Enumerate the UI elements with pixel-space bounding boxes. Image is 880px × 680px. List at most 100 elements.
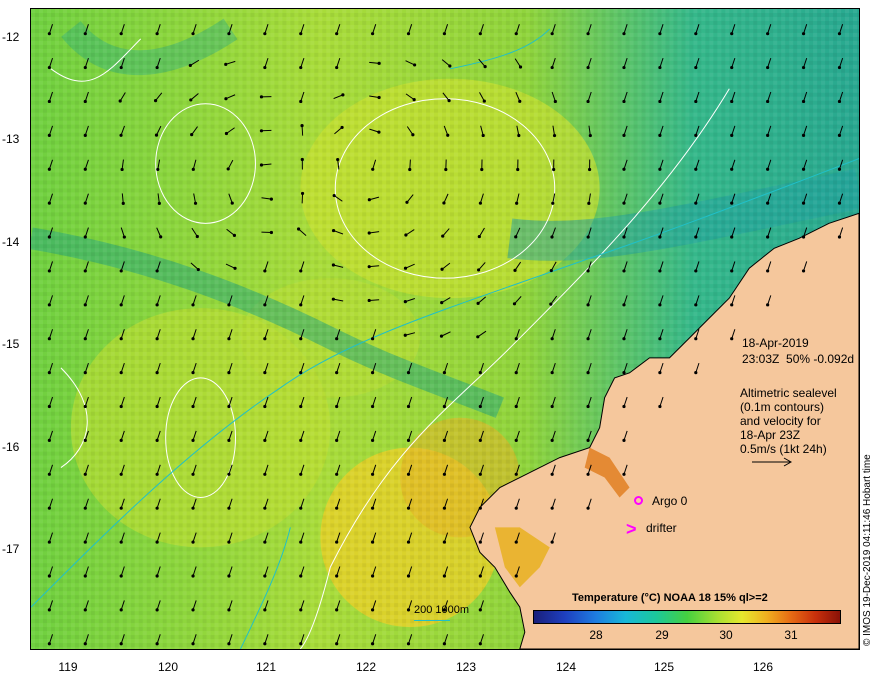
velocity-vector-head: [552, 133, 557, 138]
velocity-vector-head: [586, 65, 590, 70]
velocity-vector-head: [622, 337, 626, 341]
velocity-vector-head: [694, 337, 698, 341]
velocity-vector-head: [370, 337, 375, 341]
velocity-vector-head: [263, 269, 267, 273]
velocity-vector-head: [406, 438, 411, 442]
velocity-vector-head: [227, 574, 231, 578]
velocity-vector-head: [47, 438, 51, 442]
velocity-vector-head: [586, 303, 590, 307]
velocity-vector-head: [332, 193, 336, 198]
velocity-vector-head: [476, 268, 481, 272]
velocity-vector-head: [478, 506, 482, 510]
velocity-vector-head: [189, 98, 193, 102]
velocity-vector-head: [549, 302, 553, 306]
velocity-vector-head: [119, 506, 123, 510]
velocity-vector-head: [412, 98, 416, 102]
velocity-vector-head: [263, 608, 267, 612]
velocity-vector-head: [406, 540, 411, 544]
velocity-vector-head: [227, 303, 231, 307]
altimetry-line: 0.5m/s (1kt 24h): [740, 442, 827, 456]
velocity-vector-head: [730, 235, 734, 239]
velocity-vector-head: [155, 303, 159, 307]
velocity-vector-head: [47, 404, 51, 409]
colorbar-tick: 28: [589, 628, 603, 642]
velocity-vector-head: [227, 32, 231, 36]
velocity-vector-head: [83, 642, 87, 646]
velocity-vector-head: [406, 472, 411, 476]
velocity-vector-head: [83, 167, 87, 171]
velocity-vector-head: [478, 574, 482, 578]
velocity-vector-head: [766, 32, 770, 36]
velocity-vector-head: [263, 472, 267, 476]
velocity-vector-head: [514, 540, 518, 544]
velocity-vector-head: [299, 506, 303, 510]
velocity-vector-head: [155, 642, 159, 646]
velocity-vector-head: [411, 133, 415, 137]
velocity-vector-head: [227, 371, 231, 375]
velocity-vector-head: [586, 32, 590, 36]
velocity-vector-head: [513, 268, 517, 272]
velocity-vector-head: [191, 32, 195, 36]
velocity-vector-head: [47, 99, 51, 104]
velocity-vector-head: [440, 301, 444, 305]
velocity-vector-head: [155, 540, 159, 544]
velocity-vector-head: [83, 371, 87, 375]
velocity-vector-head: [448, 64, 452, 68]
velocity-vector-head: [83, 337, 87, 341]
velocity-vector-head: [766, 99, 770, 104]
velocity-vector-head: [121, 201, 125, 205]
colorbar-tick: 30: [719, 628, 733, 642]
argo-label: Argo 0: [652, 494, 688, 508]
velocity-vector-head: [588, 133, 592, 138]
velocity-vector-head: [335, 337, 339, 341]
velocity-vector-head: [155, 371, 159, 375]
velocity-vector-head: [47, 506, 51, 510]
velocity-vector-head: [119, 608, 123, 612]
velocity-vector-head: [83, 404, 87, 409]
velocity-vector-head: [83, 574, 87, 578]
velocity-vector-head: [622, 235, 626, 239]
velocity-vector-head: [658, 133, 662, 137]
velocity-vector-head: [658, 167, 662, 171]
velocity-vector-head: [801, 201, 806, 205]
velocity-vector-head: [259, 163, 264, 167]
velocity-vector-head: [370, 371, 375, 375]
velocity-vector-head: [622, 269, 626, 273]
velocity-vector-head: [191, 506, 195, 510]
colorbar-tick: 29: [655, 628, 669, 642]
velocity-vector-head: [269, 230, 274, 235]
sst-map-frame: [30, 8, 860, 650]
velocity-vector-head: [299, 642, 303, 646]
velocity-vector-head: [191, 540, 195, 544]
velocity-vector-head: [191, 303, 195, 307]
velocity-vector-head: [442, 506, 447, 510]
velocity-vector-head: [478, 404, 482, 409]
velocity-vector-head: [118, 99, 122, 103]
velocity-vector-head: [518, 99, 522, 103]
velocity-vector-head: [119, 337, 123, 341]
velocity-vector-head: [622, 133, 626, 137]
velocity-vector-head: [370, 404, 375, 409]
velocity-vector-head: [227, 337, 231, 341]
velocity-vector-head: [263, 506, 267, 510]
velocity-vector-head: [269, 197, 273, 201]
velocity-vector-head: [155, 608, 159, 612]
velocity-vector-head: [406, 32, 411, 36]
velocity-vector-head: [586, 269, 590, 273]
velocity-vector-head: [191, 438, 195, 442]
velocity-vector-head: [335, 472, 339, 476]
velocity-vector-head: [263, 303, 267, 307]
velocity-vector-head: [299, 269, 303, 273]
velocity-vector-head: [299, 574, 303, 578]
velocity-vector-head: [801, 99, 806, 104]
velocity-vector-head: [335, 642, 339, 646]
velocity-vector-head: [155, 65, 159, 70]
velocity-vector-head: [367, 265, 371, 269]
velocity-vector-head: [83, 235, 87, 239]
velocity-vector-head: [730, 133, 734, 137]
velocity-vector-head: [837, 201, 842, 205]
velocity-vector-head: [622, 99, 626, 104]
velocity-vector-head: [191, 404, 195, 409]
velocity-vector-head: [335, 574, 339, 578]
velocity-vector-head: [694, 269, 698, 273]
